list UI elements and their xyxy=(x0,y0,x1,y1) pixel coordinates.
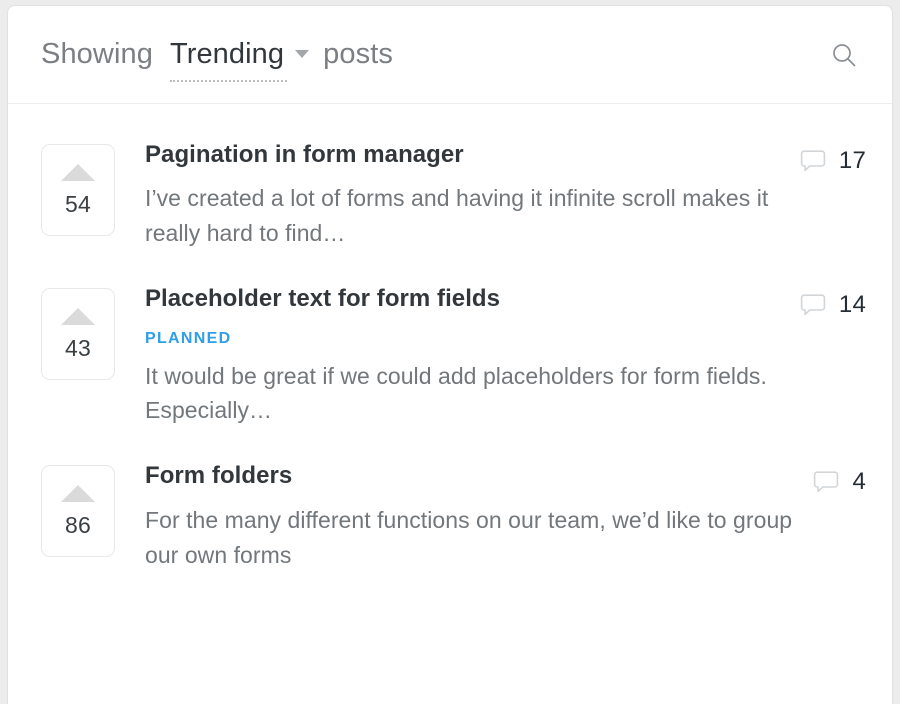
vote-count: 86 xyxy=(65,512,91,539)
post-list-item[interactable]: 54 Pagination in form manager I’ve creat… xyxy=(8,104,892,251)
showing-filter-line: Showing Trending posts xyxy=(41,38,824,82)
comment-bubble-icon xyxy=(800,294,826,316)
post-excerpt: For the many different functions on our … xyxy=(145,506,793,568)
comment-count: 17 xyxy=(838,147,866,174)
sort-filter-underline xyxy=(169,80,288,82)
post-title: Form folders xyxy=(145,462,293,490)
search-button[interactable] xyxy=(824,35,864,75)
posts-label: posts xyxy=(323,38,393,70)
comment-meta[interactable]: 4 xyxy=(804,469,866,495)
comment-bubble-icon xyxy=(800,150,826,172)
vote-count: 43 xyxy=(65,335,91,362)
comment-count: 4 xyxy=(852,468,866,496)
upvote-triangle-icon xyxy=(61,308,95,326)
upvote-triangle-icon xyxy=(61,164,95,181)
comment-meta[interactable]: 17 xyxy=(800,148,866,174)
post-body: Pagination in form manager I’ve created … xyxy=(115,141,800,251)
comment-count: 14 xyxy=(838,291,866,319)
vote-count: 54 xyxy=(65,191,91,217)
post-title: Placeholder text for form fields xyxy=(145,285,501,313)
upvote-button[interactable]: 54 xyxy=(41,144,115,236)
post-excerpt: It would be great if we could add placeh… xyxy=(145,362,767,424)
post-list-item[interactable]: 43 Placeholder text for form fields PLAN… xyxy=(8,251,892,428)
upvote-triangle-icon xyxy=(61,485,95,503)
posts-card: Showing Trending posts 54 Pagination in … xyxy=(8,6,892,704)
comment-bubble-icon xyxy=(814,471,839,493)
showing-label: Showing xyxy=(41,38,153,70)
post-body: Placeholder text for form fields PLANNED… xyxy=(115,285,800,428)
board-header: Showing Trending posts xyxy=(8,6,892,104)
comment-meta[interactable]: 14 xyxy=(800,292,866,318)
board-header-inner: Showing Trending posts xyxy=(41,6,866,103)
upvote-button[interactable]: 43 xyxy=(41,288,115,381)
status-badge: PLANNED xyxy=(145,329,232,347)
feedback-board-widget: Showing Trending posts 54 Pagination in … xyxy=(0,0,900,704)
upvote-button[interactable]: 86 xyxy=(41,465,115,558)
search-icon xyxy=(833,43,856,66)
post-list: 54 Pagination in form manager I’ve creat… xyxy=(8,104,892,573)
sort-filter-dropdown[interactable]: Trending xyxy=(169,38,310,82)
post-body: Form folders For the many different func… xyxy=(115,462,804,572)
post-excerpt: I’ve created a lot of forms and having i… xyxy=(145,185,769,247)
post-title: Pagination in form manager xyxy=(145,141,464,168)
post-list-item[interactable]: 86 Form folders For the many different f… xyxy=(8,428,892,572)
chevron-down-icon xyxy=(295,50,310,58)
sort-filter-value: Trending xyxy=(169,38,285,70)
